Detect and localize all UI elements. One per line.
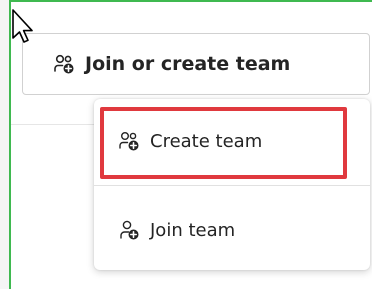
header-divider [11, 124, 97, 125]
menu-item-label: Join team [150, 219, 236, 241]
person-add-icon [118, 219, 140, 241]
menu-item-join-team[interactable]: Join team [94, 200, 370, 260]
join-or-create-team-button[interactable]: Join or create team [22, 33, 370, 95]
menu-item-create-team[interactable]: Create team [94, 111, 370, 171]
team-options-menu: Create team Join team [94, 99, 370, 270]
menu-divider [94, 185, 370, 186]
people-add-icon [118, 130, 140, 152]
join-or-create-team-label: Join or create team [85, 53, 291, 75]
people-add-icon [53, 53, 75, 75]
menu-item-label: Create team [150, 130, 263, 152]
mouse-pointer-icon [12, 9, 33, 43]
